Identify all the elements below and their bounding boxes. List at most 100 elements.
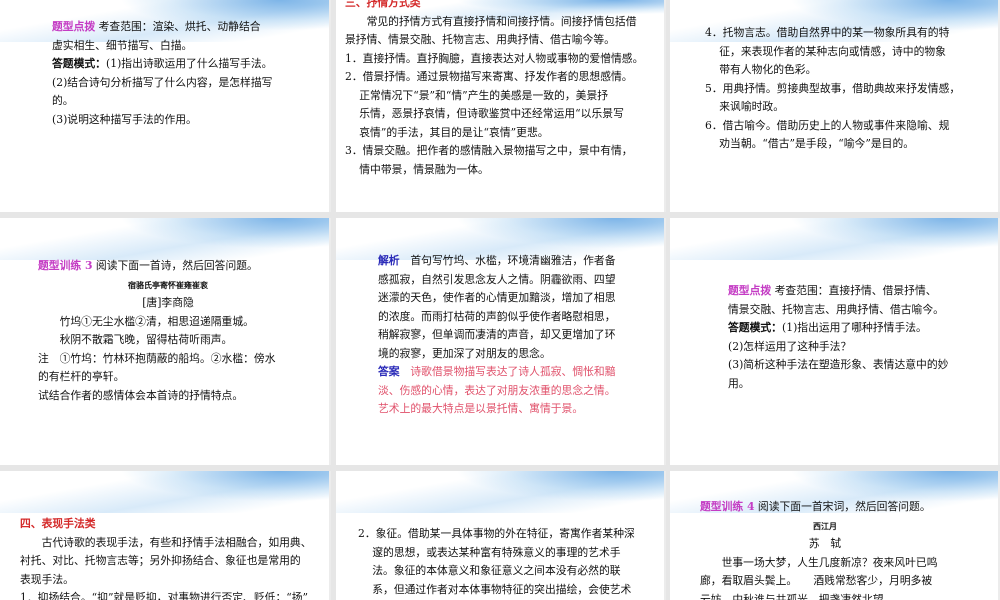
- slide-text: 题型训练 3 阅读下面一首诗，然后回答问题。宿骆氏亭寄怀崔雍崔衮 [唐]李商隐 竹…: [38, 257, 298, 405]
- text-line: 2．象征。借助某一具体事物的外在特征，寄寓作者某种深: [358, 525, 635, 544]
- body-text: 感孤寂，自然引发思念友人之情。阴霾欲雨、四望: [378, 272, 616, 286]
- slide-thumbnail-5[interactable]: 解析 首句写竹坞、水槛，环境清幽雅洁，作者备感孤寂，自然引发思念友人之情。阴霾欲…: [336, 218, 666, 465]
- slide-header-decoration: [0, 218, 329, 260]
- body-text: [唐]李商隐: [142, 296, 194, 309]
- text-line: 1．直接抒情。直抒胸臆，直接表达对人物或事物的爱憎情感。: [345, 50, 643, 69]
- body-text: (2)怎样运用了这种手法？: [728, 339, 852, 353]
- body-text: 廊，看取眉头鬓上。 酒贱常愁客少，月明多被: [700, 574, 933, 587]
- text-line: 宿骆氏亭寄怀崔雍崔衮: [38, 276, 298, 295]
- text-line: 世事一场大梦，人生几度新凉？夜来风叶已鸣: [700, 554, 950, 573]
- text-line: 答题模式：(1)指出运用了哪种抒情手法。: [728, 319, 948, 338]
- label-text: 答案: [378, 365, 400, 378]
- body-text: 云妨。中秋谁与共孤光，把盏凄然北望。: [700, 592, 895, 600]
- slide-thumbnail-9[interactable]: 题型训练 4 阅读下面一首宋词，然后回答问题。 西江月苏 轼 世事一场大梦，人生几…: [670, 471, 1000, 600]
- body-text: (1)指出诗歌运用了什么描写手法。: [105, 57, 273, 70]
- label-text: 题型点拨: [728, 284, 772, 297]
- text-line: 题型点拨 考查范围：直接抒情、借景抒情、: [728, 282, 948, 301]
- text-line: 境的寂寥，更加深了对朋友的思念。: [378, 345, 616, 364]
- text-line: 注 ①竹坞：竹林环抱荫蔽的船坞。②水槛：傍水: [38, 350, 298, 369]
- label-text: 答题模式：: [52, 57, 106, 70]
- body-text: (3)说明这种描写手法的作用。: [52, 112, 197, 126]
- label-text: 解析: [378, 254, 400, 267]
- text-line: 来讽喻时政。: [705, 98, 960, 117]
- text-line: 2．借景抒情。通过景物描写来寄寓、抒发作者的思想感情。: [345, 68, 643, 87]
- text-line: 用。: [728, 375, 948, 394]
- body-text: 带有人物化的色彩。: [705, 63, 817, 76]
- body-text: 来讽喻时政。: [705, 100, 785, 113]
- slide-text: 题型点拨 考查范围：直接抒情、借景抒情、 情景交融、托物言志、用典抒情、借古喻今。…: [728, 282, 948, 393]
- slide-text: 三、抒情方式类 常见的抒情方式有直接抒情和间接抒情。间接抒情包括借 景抒情、情景交…: [345, 0, 643, 179]
- text-line: (3)简析这种手法在塑造形象、表情达意中的妙: [728, 356, 948, 375]
- text-line: 劝当朝。“借古”是手段，“喻今”是目的。: [705, 135, 960, 154]
- body-text: 首句写竹坞、水槛，环境清幽雅洁，作者备: [399, 254, 616, 267]
- body-text: 1．抑扬结合。“抑”就是贬抑，对事物进行否定、贬低；“扬”: [20, 591, 309, 600]
- slide-thumbnail-8[interactable]: 2．象征。借助某一具体事物的外在特征，寄寓作者某种深 邃的思想，或表达某种富有特…: [336, 471, 666, 600]
- slide-thumbnail-2[interactable]: 三、抒情方式类 常见的抒情方式有直接抒情和间接抒情。间接抒情包括借 景抒情、情景交…: [336, 0, 666, 212]
- body-text: 正常情况下“景”和“情”产生的美感是一致的，美景抒: [345, 88, 609, 102]
- body-text: 2．借景抒情。通过景物描写来寄寓、抒发作者的思想感情。: [345, 70, 633, 83]
- body-text: 常见的抒情方式有直接抒情和间接抒情。间接抒情包括借: [345, 14, 637, 28]
- body-text: 诗歌借景物描写表达了诗人孤寂、惆怅和黯: [399, 365, 616, 378]
- body-text: 5．用典抒情。剪接典型故事，借助典故来抒发情感，: [705, 81, 961, 95]
- body-text: 法。象征的本体意义和象征意义之间本没有必然的联: [358, 564, 621, 577]
- text-line: 秋阴不散霜飞晚，留得枯荷听雨声。: [38, 331, 298, 350]
- label-text: 宿骆氏亭寄怀崔雍崔衮: [128, 279, 208, 290]
- body-text: 稍解寂寥，但单调而凄清的声音，却又更增加了环: [378, 328, 616, 341]
- label-text: 西江月: [813, 520, 837, 531]
- text-line: (3)说明这种描写手法的作用。: [52, 111, 272, 130]
- slide-text: 题型训练 4 阅读下面一首宋词，然后回答问题。 西江月苏 轼 世事一场大梦，人生几…: [700, 498, 950, 600]
- body-text: 阅读下面一首诗，然后回答问题。: [92, 259, 258, 272]
- text-line: 感孤寂，自然引发思念友人之情。阴霾欲雨、四望: [378, 271, 616, 290]
- text-line: 答题模式：(1)指出诗歌运用了什么描写手法。: [52, 55, 272, 74]
- text-line: 的浓度。而雨打枯荷的声韵似乎使作者略慰相思，: [378, 308, 616, 327]
- body-text: 乐情，恶景抒哀情，但诗歌鉴赏中还经常运用“以乐景写: [345, 107, 624, 120]
- body-text: 古代诗歌的表现手法，有些和抒情手法相融合，如用典、: [20, 535, 312, 549]
- body-text: 艺术上的最大特点是以景托情、寓情于景。: [378, 402, 584, 415]
- body-text: 邃的思想，或表达某种富有特殊意义的事理的艺术手: [358, 545, 621, 559]
- text-line: 景抒情、情景交融、托物言志、用典抒情、借古喻今等。: [345, 31, 643, 50]
- body-text: 哀情”的手法，其目的是让“哀情”更悲。: [345, 125, 549, 139]
- text-line: 邃的思想，或表达某种富有特殊意义的事理的艺术手: [358, 544, 635, 563]
- text-line: 情中带景，情景融为一体。: [345, 161, 643, 180]
- text-line: 法。象征的本体意义和象征意义之间本没有必然的联: [358, 562, 635, 581]
- body-text: 竹坞①无尘水槛②清，相思迢递隔重城。: [38, 314, 254, 328]
- body-text: 劝当朝。“借古”是手段，“喻今”是目的。: [705, 137, 915, 150]
- text-line: 四、表现手法类: [20, 515, 312, 534]
- slide-thumbnail-7[interactable]: 四、表现手法类 古代诗歌的表现手法，有些和抒情手法相融合，如用典、 衬托、对比、托…: [0, 471, 331, 600]
- body-text: 的浓度。而雨打枯荷的声韵似乎使作者略慰相思，: [378, 309, 616, 323]
- text-line: 乐情，恶景抒哀情，但诗歌鉴赏中还经常运用“以乐景写: [345, 105, 643, 124]
- label-text: 题型训练 4: [700, 500, 755, 513]
- text-line: 西江月: [700, 517, 950, 536]
- body-text: 苏 轼: [808, 537, 842, 550]
- text-line: 5．用典抒情。剪接典型故事，借助典故来抒发情感，: [705, 80, 960, 99]
- text-line: 征，来表现作者的某种志向或情感，诗中的物象: [705, 43, 960, 62]
- body-text: 境的寂寥，更加深了对朋友的思念。: [378, 346, 551, 360]
- body-text: 征，来表现作者的某种志向或情感，诗中的物象: [705, 44, 946, 58]
- body-text: 6．借古喻今。借助历史上的人物或事件来隐喻、规: [705, 118, 950, 132]
- text-line: 古代诗歌的表现手法，有些和抒情手法相融合，如用典、: [20, 534, 312, 553]
- body-text: 的。: [52, 94, 74, 107]
- text-line: 云妨。中秋谁与共孤光，把盏凄然北望。: [700, 591, 950, 600]
- slide-thumbnail-1[interactable]: 题型点拨 考查范围：渲染、烘托、动静结合 虚实相生、细节描写、白描。 答题模式：(1…: [0, 0, 331, 212]
- text-line: (2)结合诗句分析描写了什么内容，是怎样描写: [52, 74, 272, 93]
- text-line: (2)怎样运用了这种手法？: [728, 338, 948, 357]
- body-text: 试结合作者的感情体会本首诗的抒情特点。: [38, 388, 244, 402]
- text-line: 4．托物言志。借助自然界中的某一物象所具有的特: [705, 24, 960, 43]
- text-line: 虚实相生、细节描写、白描。: [52, 37, 272, 56]
- body-text: 淡、伤感的心情，表达了对朋友浓重的思念之情。: [378, 383, 616, 397]
- slide-header-decoration: [0, 471, 329, 513]
- slide-thumbnail-4[interactable]: 题型训练 3 阅读下面一首诗，然后回答问题。宿骆氏亭寄怀崔雍崔衮 [唐]李商隐 竹…: [0, 218, 331, 465]
- slide-thumbnail-3[interactable]: 4．托物言志。借助自然界中的某一物象所具有的特 征，来表现作者的某种志向或情感，…: [670, 0, 1000, 212]
- text-line: 情景交融、托物言志、用典抒情、借古喻今。: [728, 301, 948, 320]
- text-line: 带有人物化的色彩。: [705, 61, 960, 80]
- text-line: 答案 诗歌借景物描写表达了诗人孤寂、惆怅和黯: [378, 363, 616, 382]
- label-text: 题型点拨: [52, 20, 96, 33]
- text-line: 竹坞①无尘水槛②清，相思迢递隔重城。: [38, 313, 298, 332]
- body-text: 衬托、对比、托物言志等；另外抑扬结合、象征也是常用的: [20, 554, 301, 567]
- text-line: 表现手法。: [20, 571, 312, 590]
- slide-thumbnail-6[interactable]: 题型点拨 考查范围：直接抒情、借景抒情、 情景交融、托物言志、用典抒情、借古喻今。…: [670, 218, 1000, 465]
- body-text: (2)结合诗句分析描写了什么内容，是怎样描写: [52, 75, 273, 89]
- body-text: 考查范围：直接抒情、借景抒情、: [771, 284, 937, 297]
- text-line: 题型训练 3 阅读下面一首诗，然后回答问题。: [38, 257, 298, 276]
- text-line: 稍解寂寥，但单调而凄清的声音，却又更增加了环: [378, 326, 616, 345]
